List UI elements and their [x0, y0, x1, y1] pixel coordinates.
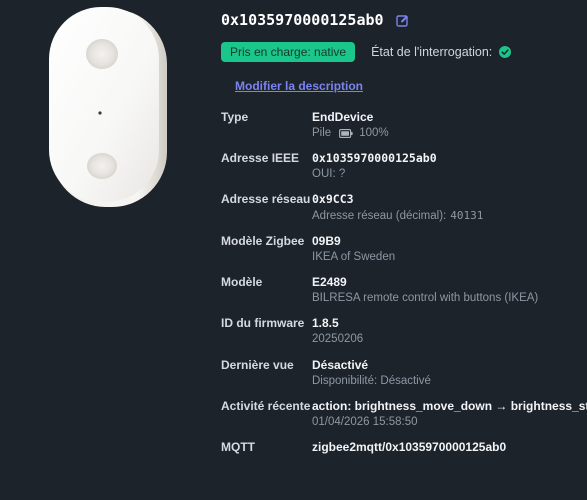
- status-row: Pris en charge: native État de l'interro…: [221, 41, 512, 62]
- modify-description-link[interactable]: Modifier la description: [235, 79, 363, 93]
- info-value: zigbee2mqtt/0x1035970000125ab0: [312, 440, 507, 454]
- info-label: ID du firmware: [221, 316, 305, 330]
- edit-icon[interactable]: [396, 13, 410, 27]
- info-sub: Adresse réseau (décimal): 40131: [312, 209, 483, 222]
- device-title: 0x1035970000125ab0: [221, 11, 384, 29]
- power-source: Pile: [312, 127, 332, 139]
- info-label: Activité récente: [221, 399, 311, 413]
- info-value: 0x1035970000125ab0: [312, 151, 437, 165]
- info-value: 09B9: [312, 234, 341, 248]
- info-sub: 01/04/2026 15:58:50: [312, 416, 418, 428]
- info-label: Modèle: [221, 275, 263, 289]
- info-label: Modèle Zigbee: [221, 234, 305, 248]
- info-sub: OUI: ?: [312, 168, 346, 180]
- info-value: EndDevice: [312, 110, 374, 124]
- info-label: MQTT: [221, 440, 255, 454]
- info-sub: IKEA of Sweden: [312, 251, 396, 263]
- device-page: 0x1035970000125ab0 Pris en charge: nativ…: [0, 0, 587, 500]
- info-label: Dernière vue: [221, 358, 294, 372]
- battery-icon: [339, 128, 353, 138]
- network-decimal-label: Adresse réseau (décimal):: [312, 209, 447, 222]
- info-sub: 20250206: [312, 333, 364, 345]
- device-header: 0x1035970000125ab0: [221, 9, 410, 31]
- info-value: Désactivé: [312, 358, 369, 372]
- info-sub: Pile 100%: [312, 127, 389, 139]
- info-label: Adresse réseau: [221, 192, 311, 206]
- network-decimal-value: 40131: [450, 209, 484, 222]
- info-value: action: brightness_move_down → brightnes…: [312, 399, 587, 413]
- check-circle-icon: [499, 45, 512, 58]
- poll-state-label: État de l'interrogation:: [371, 44, 493, 59]
- battery-percent: 100%: [359, 127, 389, 139]
- info-label: Adresse IEEE: [221, 151, 300, 165]
- info-value: 0x9CC3: [312, 192, 354, 206]
- info-sub: BILRESA remote control with buttons (IKE…: [312, 292, 539, 304]
- info-value: 1.8.5: [312, 316, 339, 330]
- info-sub: Disponibilité: Désactivé: [312, 375, 431, 387]
- device-image: [47, 6, 169, 209]
- info-value: E2489: [312, 275, 347, 289]
- info-label: Type: [221, 110, 249, 124]
- support-badge: Pris en charge: native: [221, 41, 356, 62]
